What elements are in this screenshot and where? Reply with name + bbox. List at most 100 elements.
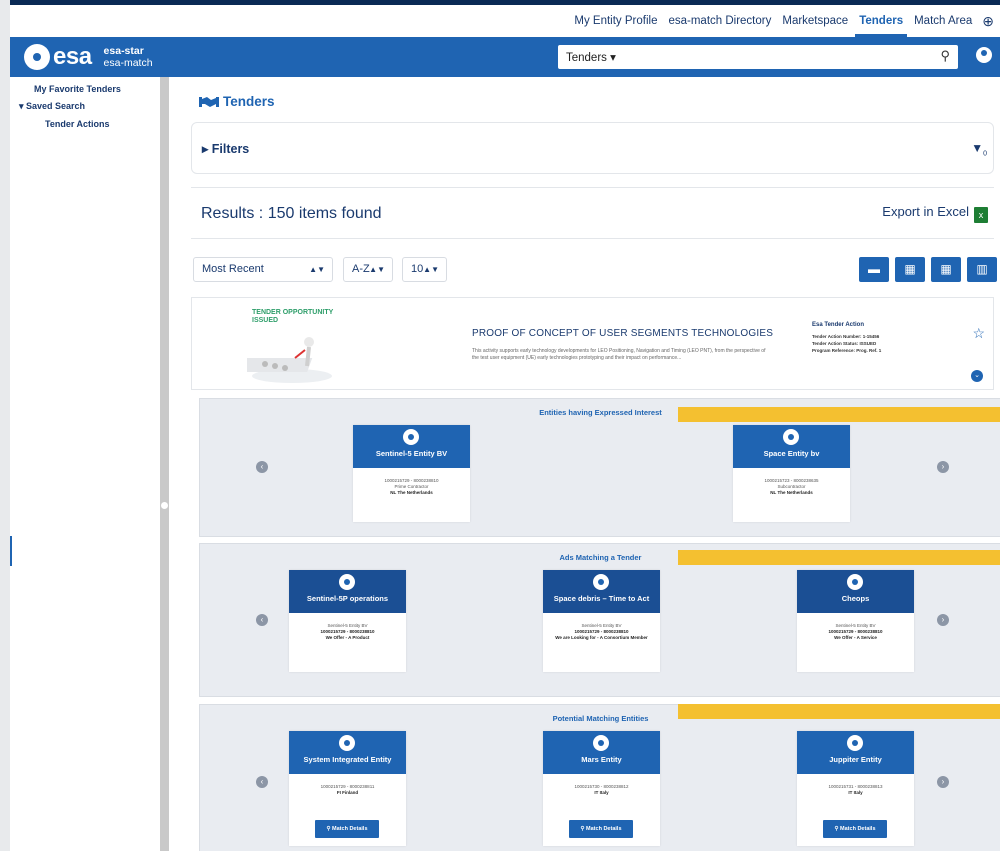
sidebar-item-saved-search[interactable]: ▾ Saved Search [19, 101, 85, 112]
sidebar-item-tender-actions[interactable]: Tender Actions [45, 119, 110, 129]
nav-my-entity-profile[interactable]: My Entity Profile [574, 5, 657, 37]
results-bar: Results : 150 items found Export in Exce… [191, 187, 994, 239]
ad-type: We Offer - A Product [325, 635, 370, 640]
entity-card[interactable]: Juppiter Entity 1000215731 - 8000238813 … [797, 731, 914, 846]
left-marker [10, 536, 12, 566]
ad-card[interactable]: Space debris – Time to Act Sentinel-5 En… [543, 570, 660, 672]
entity-name: Sentinel-5 Entity BV [375, 449, 448, 458]
grid3-view-icon: ▦ [940, 262, 952, 276]
entity-name: Space Entity bv [763, 449, 820, 458]
product-line-1: esa-star [103, 45, 144, 57]
nav-match-area[interactable]: Match Area [914, 5, 972, 37]
entity-card-header: Sentinel-5 Entity BV [353, 425, 470, 468]
product-line-2: esa-match [103, 57, 153, 69]
ads-section: Ads Matching a Tender ‹ › Sentinel-5P op… [199, 543, 1000, 697]
entity-card-header: System Integrated Entity [289, 731, 406, 774]
filters-toggle[interactable]: ▸ Filters [202, 141, 249, 156]
sidebar-splitter[interactable] [160, 77, 169, 851]
tender-card[interactable]: TENDER OPPORTUNITY ISSUED PROOF OF CONCE… [191, 297, 994, 390]
esa-logo[interactable]: esa esa-star esa-match [24, 43, 153, 71]
search-input[interactable]: Tenders ▾ ⚲ [558, 45, 958, 69]
ad-card-header: Space debris – Time to Act [543, 570, 660, 613]
grid2-view-icon: ▦ [904, 262, 916, 276]
match-details-label: Match Details [840, 826, 876, 832]
ad-name: Cheops [841, 594, 870, 603]
sidebar: My Favorite Tenders ▾ Saved Search Tende… [10, 77, 160, 851]
filter-icon[interactable]: ▼0 [971, 141, 987, 157]
ad-name: Sentinel-5P operations [306, 594, 389, 603]
brand-name: esa [53, 43, 92, 70]
tender-title[interactable]: PROOF OF CONCEPT OF USER SEGMENTS TECHNO… [472, 328, 773, 339]
ad-card[interactable]: Cheops Sentinel-5 Entity BV 1000215729 -… [797, 570, 914, 672]
sort-by-select[interactable]: Most Recent ▲▼ [193, 257, 333, 282]
page-title: Tenders [199, 94, 275, 109]
search-scope-select[interactable]: Tenders ▾ [566, 50, 616, 64]
entity-card[interactable]: Sentinel-5 Entity BV 1000215729 - 800023… [353, 425, 470, 522]
page-title-text: Tenders [223, 94, 275, 109]
chevron-updown-icon: ▲▼ [369, 265, 385, 274]
search-icon[interactable]: ⚲ [940, 48, 950, 64]
entity-country: NL The Netherlands [770, 490, 813, 495]
entity-country: IT Italy [594, 790, 609, 795]
excel-icon: x [974, 207, 988, 223]
grid2-view-button[interactable]: ▦ [895, 257, 925, 282]
carousel-prev-icon[interactable]: ‹ [256, 614, 268, 626]
filters-label: Filters [211, 142, 250, 156]
user-icon[interactable] [976, 47, 992, 63]
entity-logo-icon [403, 429, 419, 445]
ad-card-header: Cheops [797, 570, 914, 613]
nav-directory[interactable]: esa-match Directory [668, 5, 771, 37]
ad-type: We Offer - A Service [834, 635, 877, 640]
globe-icon[interactable]: ⊕ [982, 13, 994, 30]
entity-country: IT Italy [848, 790, 863, 795]
nav-marketspace[interactable]: Marketspace [782, 5, 848, 37]
chevron-down-icon[interactable]: ⌄ [971, 370, 983, 382]
page-size-select[interactable]: 10 ▲▼ [402, 257, 447, 282]
carousel-next-icon[interactable]: › [937, 461, 949, 473]
tender-status: TENDER OPPORTUNITY ISSUED [252, 309, 334, 324]
entity-card-header: Mars Entity [543, 731, 660, 774]
entity-country: FI Finland [336, 790, 359, 795]
match-details-button[interactable]: ⚲ Match Details [823, 820, 887, 838]
list-view-button[interactable]: ▬ [859, 257, 889, 282]
entity-card[interactable]: Mars Entity 1000215730 - 8000238812 IT I… [543, 731, 660, 846]
favorite-star-icon[interactable]: ☆ [972, 325, 985, 342]
tender-description: This activity supports early technology … [472, 348, 766, 361]
filters-panel[interactable]: ▸ Filters ▼0 [191, 122, 994, 174]
tender-meta-heading: Esa Tender Action [812, 322, 865, 328]
carousel-next-icon[interactable]: › [937, 614, 949, 626]
tender-meta-line: Tender Action Number: 1-15456 [812, 334, 880, 339]
tender-meta-line: Tender Action Status: ISSUED [812, 341, 877, 346]
tender-illustration [247, 337, 332, 383]
match-details-button[interactable]: ⚲ Match Details [569, 820, 633, 838]
sort-order-select[interactable]: A-Z ▲▼ [343, 257, 393, 282]
grid4-view-button[interactable]: ▥ [967, 257, 997, 282]
entity-country: NL The Netherlands [390, 490, 433, 495]
main-content: Tenders ▸ Filters ▼0 Results : 150 items… [169, 77, 1000, 851]
entity-logo-icon [593, 735, 609, 751]
carousel-prev-icon[interactable]: ‹ [256, 776, 268, 788]
entity-card[interactable]: Space Entity bv 1000215723 - 8000238635 … [733, 425, 850, 522]
satellite-icon [593, 574, 609, 590]
chevron-updown-icon: ▲▼ [309, 265, 325, 274]
entity-card-header: Juppiter Entity [797, 731, 914, 774]
entity-name: System Integrated Entity [303, 755, 392, 764]
chevron-updown-icon: ▲▼ [423, 265, 439, 274]
entity-card-header: Space Entity bv [733, 425, 850, 468]
grid3-view-button[interactable]: ▦ [931, 257, 961, 282]
carousel-prev-icon[interactable]: ‹ [256, 461, 268, 473]
satellite-icon [847, 574, 863, 590]
handshake-icon [199, 97, 219, 107]
nav-tenders[interactable]: Tenders [855, 5, 907, 37]
export-excel-button[interactable]: Export in Excel x [882, 204, 988, 223]
splitter-handle[interactable] [161, 502, 168, 509]
ad-card-header: Sentinel-5P operations [289, 570, 406, 613]
export-label: Export in Excel [882, 204, 969, 219]
ad-card[interactable]: Sentinel-5P operations Sentinel-5 Entity… [289, 570, 406, 672]
entity-card[interactable]: System Integrated Entity 1000215729 - 80… [289, 731, 406, 846]
carousel-next-icon[interactable]: › [937, 776, 949, 788]
match-details-button[interactable]: ⚲ Match Details [315, 820, 379, 838]
sidebar-item-favorite-tenders[interactable]: My Favorite Tenders [34, 84, 121, 94]
top-nav: My Entity Profile esa-match Directory Ma… [10, 5, 1000, 37]
product-name: esa-star esa-match [104, 45, 153, 69]
